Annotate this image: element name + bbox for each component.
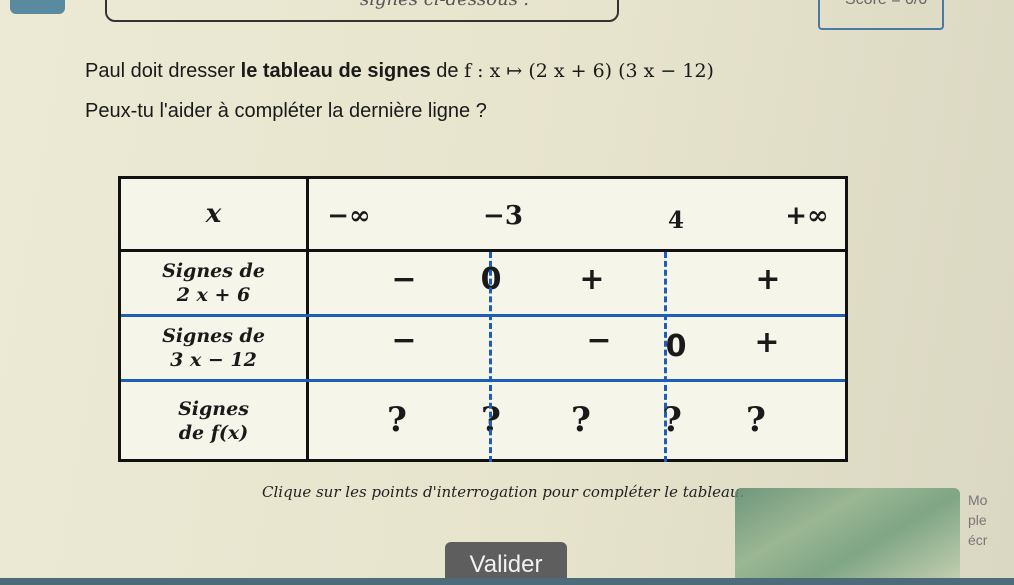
row-label: Signes de 2 x + 6 — [121, 252, 309, 314]
bottom-strip — [0, 578, 1014, 585]
decorative-sticker — [735, 488, 960, 583]
question-prefix: Paul doit dresser — [85, 60, 236, 82]
header-value-4: 4 — [667, 207, 685, 234]
score-text: Score = 0/0 — [845, 0, 927, 9]
dashed-separator-4 — [664, 252, 667, 462]
question-mark-button[interactable]: ? — [571, 400, 591, 440]
sign-cell: − — [586, 323, 612, 358]
sign-cell: + — [579, 262, 605, 297]
dashed-separator-minus-3 — [489, 252, 492, 462]
sign-cell: + — [755, 262, 781, 297]
header-label: x — [121, 179, 309, 249]
table-row: Signes de 3 x − 12 − − 0 + — [121, 317, 845, 382]
table-row: Signes de f(x) ? ? ? ? ? — [121, 382, 845, 459]
row-label: Signes de 3 x − 12 — [121, 317, 309, 379]
top-hint-text: signes ci-dessous : — [360, 0, 530, 10]
sign-cell: − — [391, 262, 417, 297]
question-mark-button[interactable]: ? — [746, 400, 766, 440]
right-side-panel: Mo ple écr — [968, 492, 988, 548]
row-label: Signes de f(x) — [121, 382, 309, 459]
header-value-minus-inf: −∞ — [327, 201, 371, 231]
sign-cell: + — [754, 325, 780, 360]
zero-cell: 0 — [665, 329, 687, 364]
top-decoration — [10, 0, 65, 14]
instruction-text: Clique sur les points d'interrogation po… — [262, 483, 745, 501]
header-value-minus-3: −3 — [483, 201, 523, 231]
table-header-row: x −∞ −3 4 +∞ — [121, 179, 845, 252]
header-value-plus-inf: +∞ — [785, 201, 829, 231]
sign-cell: − — [391, 323, 417, 358]
question-line-1: Paul doit dresser le tableau de signes d… — [85, 60, 714, 83]
question-mid: de — [436, 60, 459, 82]
function-expression: f : x ↦ (2 x + 6) (3 x − 12) — [464, 60, 714, 82]
question-bold: le tableau de signes — [240, 60, 431, 82]
question-line-2: Peux-tu l'aider à compléter la dernière … — [85, 100, 487, 122]
sign-table: x −∞ −3 4 +∞ Signes de 2 x + 6 − 0 + + Si… — [118, 176, 848, 462]
table-row: Signes de 2 x + 6 − 0 + + — [121, 252, 845, 317]
question-mark-button[interactable]: ? — [387, 400, 407, 440]
